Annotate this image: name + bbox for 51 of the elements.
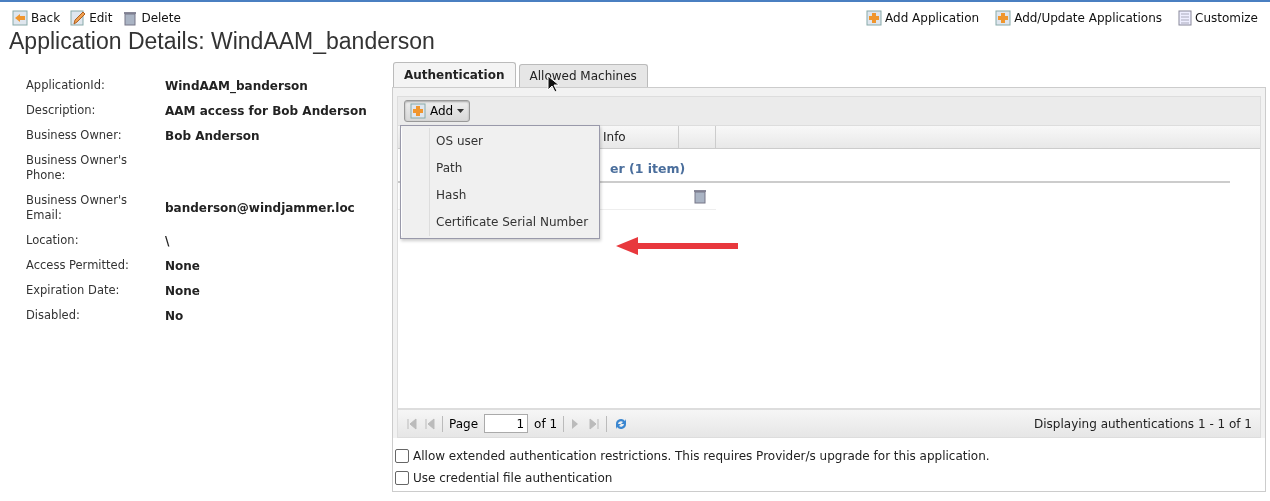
field-label: Expiration Date: [26,283,121,298]
checkbox-option[interactable]: Allow extended authentication restrictions. This requires Provider/s upgrade for this application. [395,449,1263,463]
pencil-icon [70,10,87,26]
add-icon [995,10,1012,26]
field-label: Disabled: [26,308,81,323]
field-label: Description: [26,103,97,118]
menu-item[interactable]: OS user [401,128,599,155]
page-count: of 1 [534,416,558,431]
previous-page-icon[interactable] [424,417,436,430]
first-page-icon[interactable] [406,417,418,430]
page-label: Page [449,416,479,431]
field-value: AAM access for Bob Anderson [165,103,368,118]
field-value: None [165,283,201,298]
page-number-input[interactable]: 1 [484,414,529,433]
field-value: WindAAM_banderson [165,78,309,93]
trash-icon [692,188,708,204]
menu-item[interactable]: Certificate Serial Number [401,209,599,236]
field-label: Business Owner: [26,128,123,143]
field-value: Bob Anderson [165,128,261,143]
add-icon [866,10,883,26]
caret-icon [457,109,465,113]
toolbar-button[interactable]: Add Application [866,10,980,26]
field-label: Access Permitted: [26,258,130,273]
last-page-icon[interactable] [588,417,601,430]
field-value: None [165,258,201,273]
toolbar-button[interactable]: Edit [70,10,113,26]
group-header: er (1 item) [610,161,686,178]
tab[interactable]: Allowed Machines [518,64,648,87]
field-value: banderson@windjammer.loc [165,201,356,215]
field-label: Business Owner's Phone: [26,153,129,183]
field-label: ApplicationId: [26,78,106,93]
toolbar-button[interactable]: Customize [1178,10,1258,26]
paging-status: Displaying authentications 1 - 1 of 1 [1034,416,1252,431]
trash-icon [122,10,139,26]
document-icon [1178,10,1192,26]
menu-item[interactable]: Path [401,155,599,182]
toolbar-button[interactable]: Back [12,10,61,26]
checkbox[interactable] [395,471,409,485]
checkbox[interactable] [395,449,409,463]
field-label: Business Owner's Email: [26,193,129,223]
tab[interactable]: Authentication [393,62,516,87]
checkbox-option[interactable]: Use credential file authentication [395,471,1263,485]
toolbar-button[interactable]: Add/Update Applications [995,10,1162,26]
menu-item[interactable]: Hash [401,182,599,209]
field-label: Location: [26,233,80,248]
field-value: \ [165,233,171,248]
toolbar-button[interactable]: Delete [122,10,181,26]
field-value: No [165,308,185,323]
page-title: Application Details: WindAAM_banderson [9,27,436,56]
add-dropdown-button[interactable]: Add [404,100,471,122]
add-icon [410,103,426,119]
